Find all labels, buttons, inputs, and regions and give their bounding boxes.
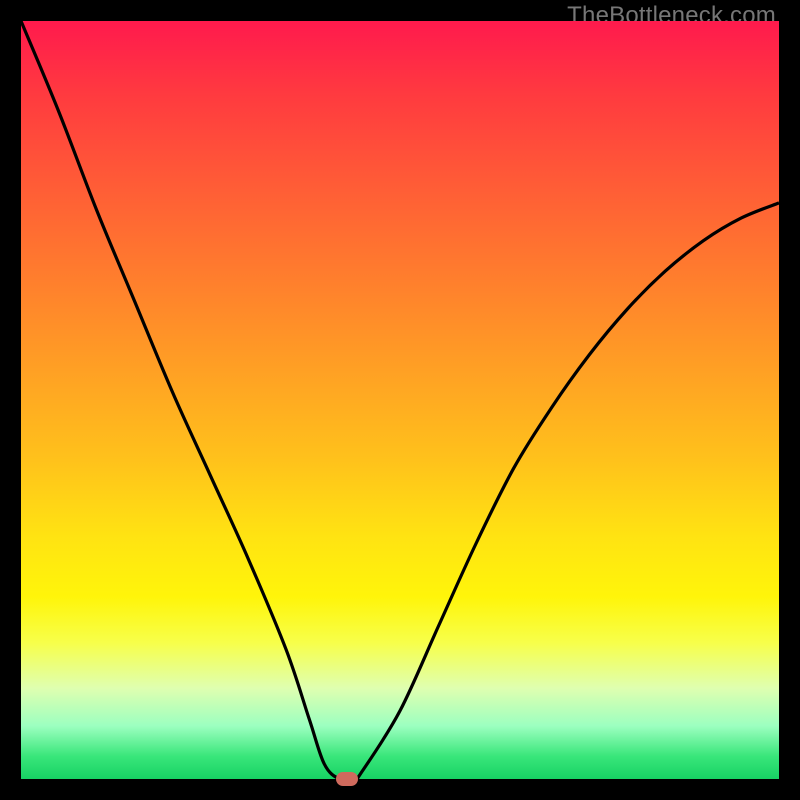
bottleneck-curve-path [21,21,779,779]
plot-area [21,21,779,779]
chart-frame: TheBottleneck.com [0,0,800,800]
optimal-point-marker [336,772,358,786]
curve-svg [21,21,779,779]
